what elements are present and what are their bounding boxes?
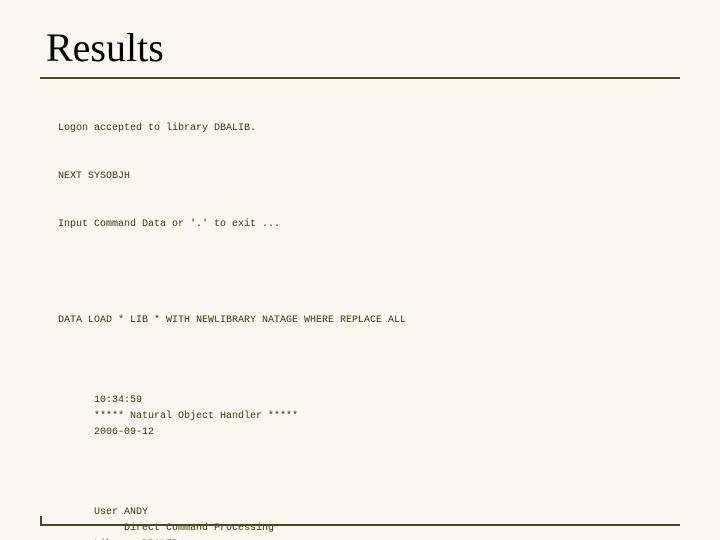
log-line: Input Command Data or '.' to exit ...: [58, 217, 680, 233]
terminal-output: Logon accepted to library DBALIB. NEXT S…: [40, 89, 680, 540]
header-row: 10:34:59 ***** Natural Object Handler **…: [58, 377, 680, 457]
user-label: User ANDY: [94, 505, 284, 521]
log-line: NEXT SYSOBJH: [58, 169, 680, 185]
banner: ***** Natural Object Handler *****: [94, 409, 334, 425]
footer-rule: [40, 524, 680, 526]
blank-line: [58, 265, 680, 281]
date: 2006-09-12: [94, 425, 244, 441]
log-line: Logon accepted to library DBALIB.: [58, 121, 680, 137]
log-line: DATA LOAD * LIB * WITH NEWLIBRARY NATAGE…: [58, 313, 680, 329]
title-block: Results: [40, 24, 680, 79]
page-title: Results: [46, 24, 680, 71]
header-row: User ANDY Direct Command Processing Libr…: [58, 489, 680, 540]
slide: Results Logon accepted to library DBALIB…: [0, 0, 720, 540]
timestamp: 10:34:59: [94, 393, 284, 409]
